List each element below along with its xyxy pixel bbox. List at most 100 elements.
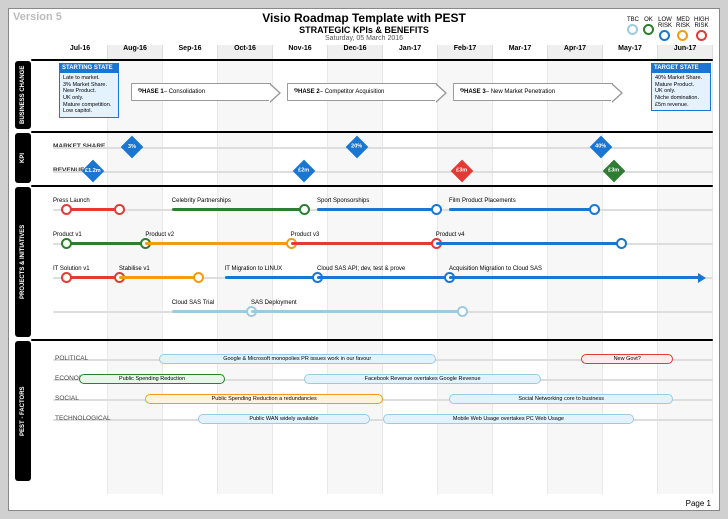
- bar-label: IT Solution v1: [53, 266, 90, 272]
- pest-row-label: SOCIAL: [55, 395, 79, 402]
- legend-item: HIGH RISK: [694, 17, 709, 41]
- project-bar: [251, 310, 462, 313]
- kpi-track: [53, 147, 713, 149]
- pest-row-label: TECHNOLOGICAL: [55, 415, 111, 422]
- project-bar: [66, 208, 119, 211]
- legend: TBC OK LOW RISK MED RISK HIGH RISK: [627, 17, 709, 41]
- project-bar: [172, 208, 304, 211]
- milestone-ring: [431, 204, 442, 215]
- project-bar: [145, 242, 290, 245]
- kpi-diamond: 40%: [589, 136, 612, 159]
- section-pest: PEST - FACTORS: [15, 341, 31, 481]
- bar-label: Acquisition Migration to Cloud SAS: [449, 266, 542, 272]
- milestone-ring: [61, 238, 72, 249]
- milestone-ring: [457, 306, 468, 317]
- month-header: May-17: [603, 45, 658, 59]
- milestone-ring: [61, 272, 72, 283]
- month-header: Jul-16: [53, 45, 108, 59]
- bar-label: Product v4: [436, 232, 465, 238]
- separator: [31, 185, 713, 187]
- project-bar: [317, 208, 436, 211]
- phase-3-arrow: PHASE 3 – New Market Penetration: [453, 83, 613, 101]
- legend-item: MED RISK: [676, 17, 690, 41]
- month-header: Jun-17: [658, 45, 713, 59]
- project-bar: [225, 276, 317, 279]
- pest-bar: Public Spending Reduction a redundancies: [145, 394, 383, 404]
- bar-label: Product v2: [145, 232, 174, 238]
- bar-label: Product v3: [291, 232, 320, 238]
- month-header: Nov-16: [273, 45, 328, 59]
- project-bar: [119, 276, 198, 279]
- milestone-ring: [616, 238, 627, 249]
- subtitle: STRATEGIC KPIs & BENEFITS: [9, 25, 719, 35]
- pest-bar: New Govt?: [581, 354, 673, 364]
- project-bar: [66, 276, 119, 279]
- bar-label: SAS Deployment: [251, 300, 297, 306]
- separator: [31, 339, 713, 341]
- month-header: Dec-16: [328, 45, 383, 59]
- bar-label: Cloud SAS API; dev, test & prove: [317, 266, 405, 272]
- project-bar: [291, 242, 436, 245]
- business-lane: STARTING STATELate to market.3% Market S…: [53, 63, 713, 129]
- kpi-lane: MARKET SHARE3%20%40%REVENUE£1.2m£2m£3m£3…: [53, 135, 713, 185]
- phase-1-arrow: PHASE 1 – Consolidation: [131, 83, 271, 101]
- target-state-box: TARGET STATE40% Market Share.Mature Prod…: [651, 63, 711, 111]
- month-header: Feb-17: [438, 45, 493, 59]
- pest-bar: Public WAN widely available: [198, 414, 370, 424]
- pest-bar: Social Networking core to business: [449, 394, 673, 404]
- roadmap-sheet: Version 5 Visio Roadmap Template with PE…: [8, 8, 720, 511]
- legend-item: TBC: [627, 17, 639, 41]
- bar-label: Stabilise v1: [119, 266, 150, 272]
- bar-label: Press Launch: [53, 198, 90, 204]
- legend-item: LOW RISK: [658, 17, 672, 41]
- kpi-diamond: 3%: [121, 136, 144, 159]
- page-title: Visio Roadmap Template with PEST: [9, 9, 719, 25]
- milestone-ring: [61, 204, 72, 215]
- pest-bar: Public Spending Reduction: [79, 374, 224, 384]
- bar-label: Celebrity Partnerships: [172, 198, 231, 204]
- section-business-change: BUSINESS CHANGE: [15, 61, 31, 129]
- legend-item: OK: [643, 17, 654, 41]
- section-kpi: KPI: [15, 133, 31, 183]
- month-header: Mar-17: [493, 45, 548, 59]
- milestone-ring: [299, 204, 310, 215]
- bar-label: Cloud SAS Trial: [172, 300, 214, 306]
- page-footer: Page 1: [686, 499, 711, 508]
- milestone-ring: [589, 204, 600, 215]
- timeline-header: Jul-16Aug-16Sep-16Oct-16Nov-16Dec-16Jan-…: [53, 45, 713, 59]
- arrow-end-icon: [698, 273, 706, 283]
- version-label: Version 5: [13, 11, 62, 23]
- bar-label: Film Product Placements: [449, 198, 516, 204]
- phase-2-arrow: PHASE 2 – Competitor Acquisition: [287, 83, 437, 101]
- kpi-diamond: 20%: [345, 136, 368, 159]
- pest-bar: Mobile Web Usage overtakes PC Web Usage: [383, 414, 634, 424]
- month-header: Oct-16: [218, 45, 273, 59]
- project-bar: [449, 208, 594, 211]
- milestone-ring: [193, 272, 204, 283]
- kpi-diamond: £3m: [603, 160, 626, 183]
- starting-state-box: STARTING STATELate to market.3% Market S…: [59, 63, 119, 118]
- kpi-diamond: £3m: [451, 160, 474, 183]
- month-header: Aug-16: [108, 45, 163, 59]
- month-header: Apr-17: [548, 45, 603, 59]
- bar-label: IT Migration to LINUX: [225, 266, 283, 272]
- milestone-ring: [114, 204, 125, 215]
- kpi-diamond: £2m: [292, 160, 315, 183]
- project-bar: [172, 310, 251, 313]
- pest-lane: POLITICAL Google & Microsoft monopolies P…: [53, 351, 713, 481]
- projects-lane: Press Launch Celebrity Partnerships Sport …: [53, 197, 713, 337]
- kpi-diamond: £1.2m: [81, 160, 104, 183]
- date-label: Saturday, 05 March 2016: [9, 35, 719, 42]
- pest-bar: Facebook Revenue overtakes Google Revenu…: [304, 374, 542, 384]
- project-bar: [449, 276, 700, 279]
- project-bar: [66, 242, 145, 245]
- pest-row-label: POLITICAL: [55, 355, 88, 362]
- project-bar: [436, 242, 621, 245]
- project-bar: [317, 276, 449, 279]
- month-header: Sep-16: [163, 45, 218, 59]
- pest-bar: Google & Microsoft monopolies PR issues …: [159, 354, 436, 364]
- separator: [31, 59, 713, 61]
- separator: [31, 131, 713, 133]
- month-header: Jan-17: [383, 45, 438, 59]
- bar-label: Sport Sponsorships: [317, 198, 369, 204]
